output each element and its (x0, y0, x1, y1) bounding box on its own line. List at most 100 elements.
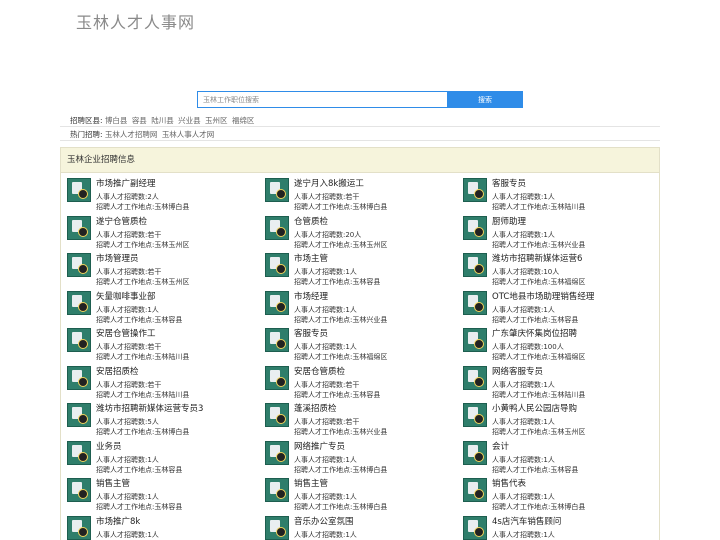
job-title[interactable]: 客服专员 (294, 327, 328, 339)
job-item[interactable]: 销售代表 人事人才招聘数:1人 招聘人才工作地点:玉林博白县 (463, 477, 661, 515)
job-item[interactable]: 潍坊市招聘新媒体运营6 人事人才招聘数:10人 招聘人才工作地点:玉林福绵区 (463, 252, 661, 290)
job-item[interactable]: 销售主管 人事人才招聘数:1人 招聘人才工作地点:玉林博白县 (265, 477, 463, 515)
job-title[interactable]: 销售代表 (492, 477, 526, 489)
job-thumbnail-icon[interactable] (463, 328, 487, 352)
job-thumbnail-icon[interactable] (265, 290, 289, 315)
job-item[interactable]: 4s店汽车销售顾问 人事人才招聘数:1人 (463, 515, 661, 540)
job-thumbnail-icon[interactable] (67, 478, 91, 502)
job-thumbnail-icon[interactable] (67, 253, 91, 277)
search-input[interactable] (197, 91, 447, 108)
job-thumbnail-icon[interactable] (463, 365, 487, 390)
job-title[interactable]: 潍坊市招聘新媒体运营6 (492, 252, 582, 264)
job-item[interactable]: 销售主管 人事人才招聘数:1人 招聘人才工作地点:玉林容县 (67, 477, 265, 515)
job-title[interactable]: 遂宁月入8k搬运工 (294, 177, 364, 189)
job-title[interactable]: 销售主管 (294, 477, 328, 489)
search-button[interactable]: 搜索 (447, 91, 523, 108)
job-thumbnail-icon[interactable] (265, 253, 289, 277)
job-thumbnail-icon[interactable] (265, 365, 289, 390)
job-thumbnail-icon[interactable] (265, 478, 289, 502)
job-item[interactable]: 安居招质检 人事人才招聘数:若干 招聘人才工作地点:玉林陆川县 (67, 365, 265, 403)
job-item[interactable]: 矢量咖啡事业部 人事人才招聘数:1人 招聘人才工作地点:玉林容县 (67, 290, 265, 328)
hot-link[interactable]: 玉林人事人才网 (162, 130, 215, 139)
job-item[interactable]: 市场推广8k 人事人才招聘数:1人 (67, 515, 265, 540)
job-thumbnail-icon[interactable] (67, 440, 91, 465)
job-item[interactable]: 潍坊市招聘新媒体运营专员3 人事人才招聘数:5人 招聘人才工作地点:玉林博白县 (67, 402, 265, 440)
job-thumbnail-icon[interactable] (67, 178, 91, 202)
job-item[interactable]: 市场经理 人事人才招聘数:1人 招聘人才工作地点:玉林兴业县 (265, 290, 463, 328)
job-title[interactable]: 安居仓管操作工 (96, 327, 156, 339)
job-title[interactable]: 网络推广专员 (294, 440, 345, 452)
job-thumbnail-icon[interactable] (463, 440, 487, 465)
job-title[interactable]: 厨师助理 (492, 215, 526, 227)
job-item[interactable]: 市场管理员 人事人才招聘数:若干 招聘人才工作地点:玉林玉州区 (67, 252, 265, 290)
job-title[interactable]: 音乐办公室氛围 (294, 515, 354, 527)
job-thumbnail-icon[interactable] (463, 290, 487, 315)
job-title[interactable]: OTC地县市场助理销售经理 (492, 290, 594, 302)
job-item[interactable]: 安居仓管操作工 人事人才招聘数:若干 招聘人才工作地点:玉林陆川县 (67, 327, 265, 365)
job-item[interactable]: 市场推广副经理 人事人才招聘数:2人 招聘人才工作地点:玉林博白县 (67, 177, 265, 215)
job-item[interactable]: 厨师助理 人事人才招聘数:1人 招聘人才工作地点:玉林兴业县 (463, 215, 661, 253)
job-item[interactable]: 客服专员 人事人才招聘数:1人 招聘人才工作地点:玉林陆川县 (463, 177, 661, 215)
job-item[interactable]: 遂宁仓管质检 人事人才招聘数:若干 招聘人才工作地点:玉林玉州区 (67, 215, 265, 253)
job-title[interactable]: 会计 (492, 440, 509, 452)
region-link[interactable]: 容县 (132, 116, 147, 125)
region-link[interactable]: 玉州区 (205, 116, 228, 125)
job-title[interactable]: 网络客服专员 (492, 365, 543, 377)
job-thumbnail-icon[interactable] (67, 403, 91, 427)
job-thumbnail-icon[interactable] (67, 515, 91, 540)
job-item[interactable]: 安居仓管质检 人事人才招聘数:若干 招聘人才工作地点:玉林容县 (265, 365, 463, 403)
job-thumbnail-icon[interactable] (67, 365, 91, 390)
job-title[interactable]: 市场经理 (294, 290, 328, 302)
job-item[interactable]: 仓管质检 人事人才招聘数:20人 招聘人才工作地点:玉林玉州区 (265, 215, 463, 253)
job-title[interactable]: 小黄鸭人民公园店导购 (492, 402, 577, 414)
job-title[interactable]: 安居仓管质检 (294, 365, 345, 377)
job-item[interactable]: 小黄鸭人民公园店导购 人事人才招聘数:1人 招聘人才工作地点:玉林玉州区 (463, 402, 661, 440)
job-title[interactable]: 市场推广8k (96, 515, 140, 527)
job-thumbnail-icon[interactable] (463, 515, 487, 540)
job-title[interactable]: 安居招质检 (96, 365, 139, 377)
job-title[interactable]: 业务员 (96, 440, 122, 452)
job-item[interactable]: 音乐办公室氛围 人事人才招聘数:1人 (265, 515, 463, 540)
region-link[interactable]: 福绵区 (232, 116, 255, 125)
region-link[interactable]: 博白县 (105, 116, 128, 125)
site-logo[interactable]: 玉林人才人事网 (76, 9, 195, 33)
job-title[interactable]: 市场管理员 (96, 252, 139, 264)
job-title[interactable]: 仓管质检 (294, 215, 328, 227)
job-thumbnail-icon[interactable] (265, 515, 289, 540)
job-title[interactable]: 销售主管 (96, 477, 130, 489)
job-thumbnail-icon[interactable] (67, 290, 91, 315)
job-thumbnail-icon[interactable] (463, 403, 487, 427)
job-item[interactable]: 遂宁月入8k搬运工 人事人才招聘数:若干 招聘人才工作地点:玉林博白县 (265, 177, 463, 215)
job-item[interactable]: 网络推广专员 人事人才招聘数:1人 招聘人才工作地点:玉林博白县 (265, 440, 463, 478)
job-thumbnail-icon[interactable] (463, 215, 487, 240)
job-thumbnail-icon[interactable] (265, 215, 289, 240)
job-thumbnail-icon[interactable] (67, 328, 91, 352)
job-title[interactable]: 4s店汽车销售顾问 (492, 515, 561, 527)
job-title[interactable]: 广东肇庆怀集岗位招聘 (492, 327, 577, 339)
job-item[interactable]: 客服专员 人事人才招聘数:1人 招聘人才工作地点:玉林福绵区 (265, 327, 463, 365)
job-thumbnail-icon[interactable] (265, 440, 289, 465)
job-item[interactable]: 网络客服专员 人事人才招聘数:1人 招聘人才工作地点:玉林陆川县 (463, 365, 661, 403)
job-thumbnail-icon[interactable] (463, 253, 487, 277)
job-title[interactable]: 客服专员 (492, 177, 526, 189)
job-thumbnail-icon[interactable] (463, 478, 487, 502)
job-title[interactable]: 蓬溪招质检 (294, 402, 337, 414)
job-title[interactable]: 市场主管 (294, 252, 328, 264)
job-item[interactable]: 市场主管 人事人才招聘数:1人 招聘人才工作地点:玉林容县 (265, 252, 463, 290)
job-title[interactable]: 潍坊市招聘新媒体运营专员3 (96, 402, 203, 414)
job-thumbnail-icon[interactable] (265, 178, 289, 202)
job-thumbnail-icon[interactable] (265, 403, 289, 427)
job-item[interactable]: OTC地县市场助理销售经理 人事人才招聘数:1人 招聘人才工作地点:玉林容县 (463, 290, 661, 328)
job-title[interactable]: 遂宁仓管质检 (96, 215, 147, 227)
region-link[interactable]: 陆川县 (151, 116, 174, 125)
job-item[interactable]: 广东肇庆怀集岗位招聘 人事人才招聘数:100人 招聘人才工作地点:玉林福绵区 (463, 327, 661, 365)
job-item[interactable]: 会计 人事人才招聘数:1人 招聘人才工作地点:玉林容县 (463, 440, 661, 478)
job-title[interactable]: 矢量咖啡事业部 (96, 290, 156, 302)
job-thumbnail-icon[interactable] (265, 328, 289, 352)
job-item[interactable]: 业务员 人事人才招聘数:1人 招聘人才工作地点:玉林容县 (67, 440, 265, 478)
job-title[interactable]: 市场推广副经理 (96, 177, 156, 189)
job-thumbnail-icon[interactable] (67, 215, 91, 240)
job-thumbnail-icon[interactable] (463, 178, 487, 202)
hot-link[interactable]: 玉林人才招聘网 (105, 130, 158, 139)
job-item[interactable]: 蓬溪招质检 人事人才招聘数:若干 招聘人才工作地点:玉林兴业县 (265, 402, 463, 440)
